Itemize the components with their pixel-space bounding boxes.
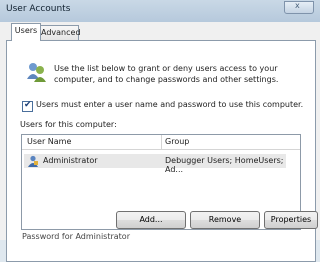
tab-advanced[interactable]: Advanced bbox=[40, 25, 81, 40]
list-header: User Name Group bbox=[22, 135, 300, 150]
tab-users[interactable]: Users bbox=[11, 23, 41, 41]
user-avatar-icon bbox=[28, 155, 38, 167]
column-header-user-name[interactable]: User Name bbox=[27, 137, 71, 146]
title-bar: User Accounts x bbox=[0, 0, 320, 22]
remove-user-button[interactable]: Remove bbox=[190, 211, 260, 229]
tab-advanced-label: Advanced bbox=[41, 28, 81, 37]
close-button[interactable]: x bbox=[284, 1, 314, 14]
users-icon bbox=[27, 63, 46, 82]
require-password-label[interactable]: Users must enter a user name and passwor… bbox=[36, 100, 303, 109]
users-list-label: Users for this computer: bbox=[20, 120, 117, 129]
column-divider[interactable] bbox=[161, 135, 162, 149]
row-user-name: Administrator bbox=[43, 156, 98, 165]
tab-users-label: Users bbox=[14, 26, 38, 35]
checkmark-icon: ✔ bbox=[24, 100, 32, 110]
require-password-checkbox[interactable]: ✔ bbox=[22, 100, 33, 112]
window-title: User Accounts bbox=[6, 4, 71, 14]
properties-button[interactable]: Properties bbox=[264, 211, 318, 229]
column-header-group[interactable]: Group bbox=[165, 137, 189, 146]
info-text: Use the list below to grant or deny user… bbox=[54, 64, 279, 84]
row-group: Debugger Users; HomeUsers; Ad... bbox=[165, 156, 284, 174]
table-row[interactable]: Administrator Debugger Users; HomeUsers;… bbox=[24, 154, 286, 174]
dialog-body: Users Advanced Use the list below to gra… bbox=[0, 22, 320, 262]
close-icon: x bbox=[295, 1, 300, 10]
add-user-button[interactable]: Add... bbox=[116, 211, 186, 229]
